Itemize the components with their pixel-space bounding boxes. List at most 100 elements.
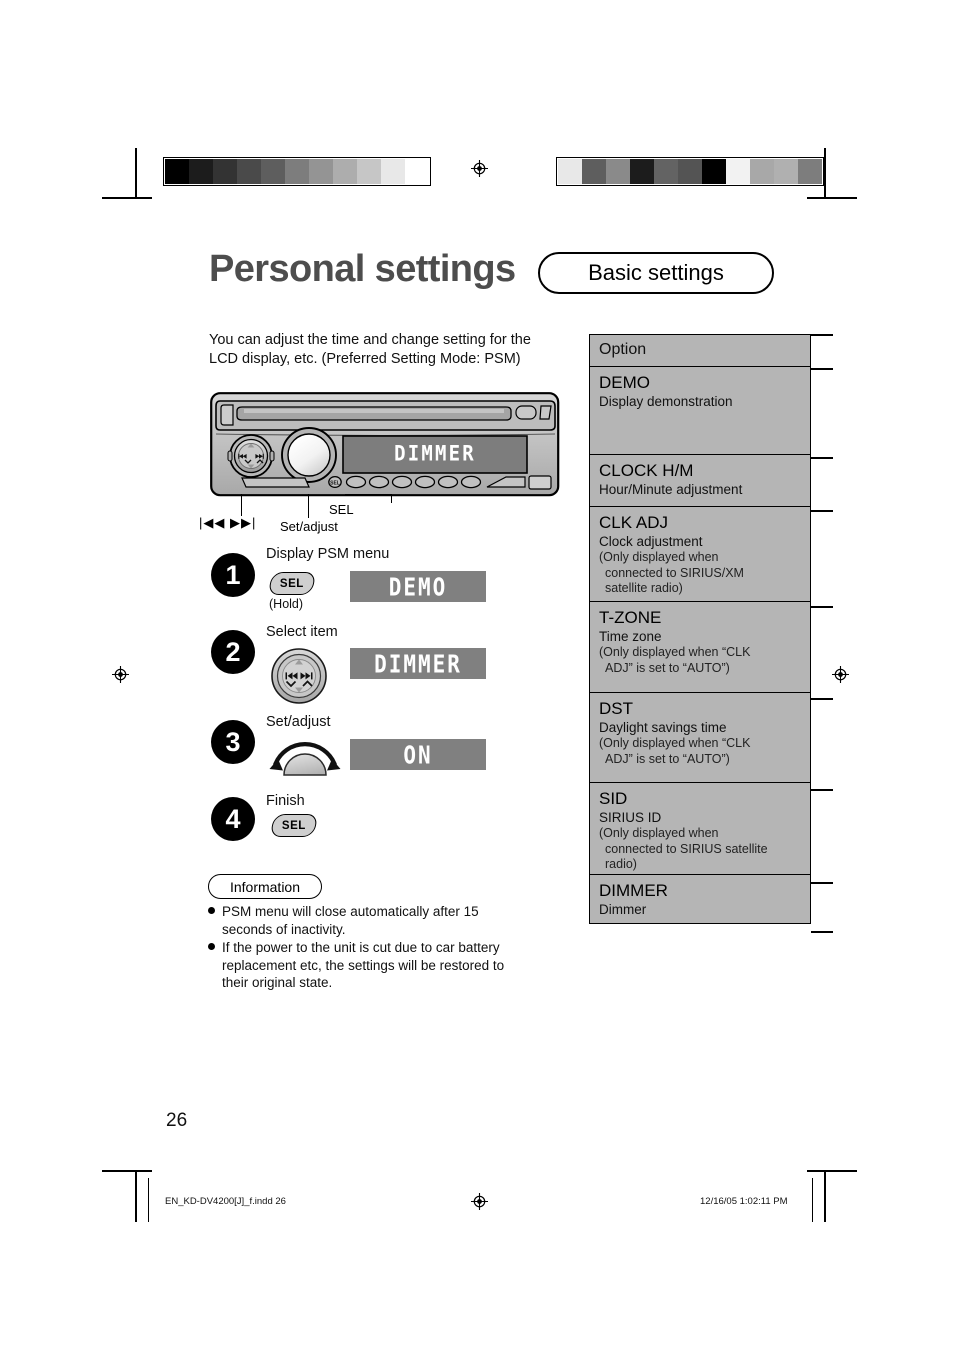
- step-4-sel-key[interactable]: SEL: [269, 814, 319, 837]
- options-table-header: Option: [590, 335, 810, 367]
- options-row-sid-note-1: (Only displayed when: [599, 826, 719, 840]
- registration-target-bottom: [471, 1193, 488, 1210]
- options-row-dst-name: DST: [599, 699, 633, 718]
- callout-leader-sel-h: [345, 494, 391, 495]
- color-swatch-6: [309, 159, 333, 184]
- options-row-sid-name: SID: [599, 789, 628, 808]
- options-row-sid-note-3: radio): [605, 857, 637, 871]
- information-item-1: PSM menu will close automatically after …: [208, 903, 508, 938]
- options-row-sid-desc: SIRIUS ID: [599, 810, 662, 825]
- options-row-dst: DST Daylight savings time (Only displaye…: [590, 693, 810, 783]
- step-1-sel-key-label: SEL: [280, 577, 304, 590]
- options-row-sid-note-2: connected to SIRIUS satellite: [605, 841, 768, 856]
- table-tick: [811, 882, 833, 884]
- options-row-demo-desc: Display demonstration: [599, 394, 733, 409]
- color-swatch-9: [774, 159, 798, 184]
- color-swatch-5: [285, 159, 309, 184]
- options-row-clk-adj-note: (Only displayed when connected to SIRIUS…: [599, 550, 801, 597]
- step-3-number: 3: [211, 720, 255, 764]
- options-row-clk-adj: CLK ADJ Clock adjustment (Only displayed…: [590, 507, 810, 602]
- options-row-dst-note: (Only displayed when “CLK ADJ” is set to…: [599, 736, 801, 767]
- table-tick: [811, 334, 833, 336]
- table-tick: [811, 698, 833, 700]
- step-4-label: Finish: [266, 793, 305, 809]
- callout-leader-setadjust: [308, 494, 309, 518]
- color-calibration-bar-right: [556, 157, 824, 186]
- options-row-dimmer-name: DIMMER: [599, 881, 668, 900]
- svg-text:SEL: SEL: [330, 480, 340, 486]
- options-row-clock-hm: CLOCK H/M Hour/Minute adjustment: [590, 455, 810, 507]
- information-heading: Information: [208, 874, 322, 899]
- options-row-dst-note-2: ADJ” is set to “AUTO”): [605, 751, 730, 766]
- color-swatch-5: [678, 159, 702, 184]
- crop-mark-top-left-v: [135, 148, 137, 198]
- color-swatch-1: [582, 159, 606, 184]
- crop-mark-top-left-h: [102, 197, 152, 199]
- step-2-label: Select item: [266, 624, 338, 640]
- step-4-number: 4: [211, 797, 255, 841]
- step-1-lcd-text: DEMO: [388, 572, 448, 601]
- crop-mark-inner-bottom-right: [812, 1178, 814, 1222]
- crop-mark-bottom-right-h: [807, 1170, 857, 1172]
- step-2-joystick-icon[interactable]: [268, 647, 330, 710]
- step-3-lcd-text: ON: [403, 740, 433, 769]
- options-row-sid-note: (Only displayed when connected to SIRIUS…: [599, 826, 801, 873]
- crop-mark-bottom-left-v: [135, 1170, 137, 1222]
- options-row-t-zone-name: T-ZONE: [599, 608, 662, 627]
- step-3-rotary-knob-icon[interactable]: [262, 734, 348, 781]
- callout-leader-skip: [241, 494, 242, 516]
- options-row-clk-adj-note-1: (Only displayed when: [599, 550, 719, 564]
- registration-target-top: [471, 160, 488, 177]
- color-swatch-10: [798, 159, 822, 184]
- color-swatch-7: [333, 159, 357, 184]
- step-4-sel-key-label: SEL: [282, 819, 306, 832]
- information-list: PSM menu will close automatically after …: [208, 903, 508, 993]
- color-swatch-3: [630, 159, 654, 184]
- page-title: Personal settings: [209, 248, 516, 290]
- registration-target-left: [112, 666, 129, 683]
- color-swatch-10: [405, 159, 429, 184]
- options-row-dimmer: DIMMER Dimmer: [590, 875, 810, 923]
- footer-file-name: EN_KD-DV4200[J]_f.indd 26: [165, 1196, 286, 1207]
- color-swatch-4: [261, 159, 285, 184]
- options-row-t-zone: T-ZONE Time zone (Only displayed when “C…: [590, 602, 810, 693]
- svg-text:DIMMER: DIMMER: [394, 441, 476, 466]
- options-row-dst-note-1: (Only displayed when “CLK: [599, 736, 751, 750]
- color-swatch-2: [213, 159, 237, 184]
- step-1-number: 1: [211, 553, 255, 597]
- step-3-label: Set/adjust: [266, 714, 331, 730]
- step-1-hold-note: (Hold): [269, 597, 304, 611]
- table-tick: [811, 368, 833, 370]
- crop-mark-bottom-left-h: [102, 1170, 152, 1172]
- step-2-lcd-text: DIMMER: [374, 649, 462, 678]
- crop-mark-top-right-v: [824, 148, 826, 198]
- options-row-clk-adj-desc: Clock adjustment: [599, 534, 703, 549]
- step-1-label: Display PSM menu: [266, 546, 390, 562]
- options-row-t-zone-note: (Only displayed when “CLK ADJ” is set to…: [599, 645, 801, 676]
- step-1-sel-key[interactable]: SEL: [267, 572, 317, 595]
- car-stereo-unit-illustration: DIMMER SEL: [210, 392, 560, 497]
- options-row-t-zone-desc: Time zone: [599, 629, 662, 644]
- options-table: Option DEMO Display demonstration CLOCK …: [589, 334, 811, 924]
- skip-buttons-glyph: |◀◀ ▶▶|: [199, 515, 257, 530]
- table-tick: [811, 931, 833, 933]
- crop-mark-top-right-h: [807, 197, 857, 199]
- step-3-lcd-display: ON: [350, 739, 486, 770]
- crop-mark-inner-bottom-left: [148, 1178, 150, 1222]
- information-item-1-text: PSM menu will close automatically after …: [222, 904, 479, 937]
- section-badge: Basic settings: [538, 252, 774, 294]
- color-swatch-9: [381, 159, 405, 184]
- information-item-2: If the power to the unit is cut due to c…: [208, 939, 508, 992]
- color-swatch-0: [165, 159, 189, 184]
- information-item-2-text: If the power to the unit is cut due to c…: [222, 940, 505, 990]
- options-row-t-zone-note-1: (Only displayed when “CLK: [599, 645, 751, 659]
- step-2-lcd-display: DIMMER: [350, 648, 486, 679]
- page-number: 26: [166, 1110, 188, 1131]
- color-swatch-2: [606, 159, 630, 184]
- table-tick: [811, 510, 833, 512]
- options-row-clock-hm-name: CLOCK H/M: [599, 461, 694, 480]
- options-row-sid: SID SIRIUS ID (Only displayed when conne…: [590, 783, 810, 875]
- options-row-dst-desc: Daylight savings time: [599, 720, 727, 735]
- options-row-demo-name: DEMO: [599, 373, 650, 392]
- options-row-clk-adj-note-3: satellite radio): [605, 581, 683, 595]
